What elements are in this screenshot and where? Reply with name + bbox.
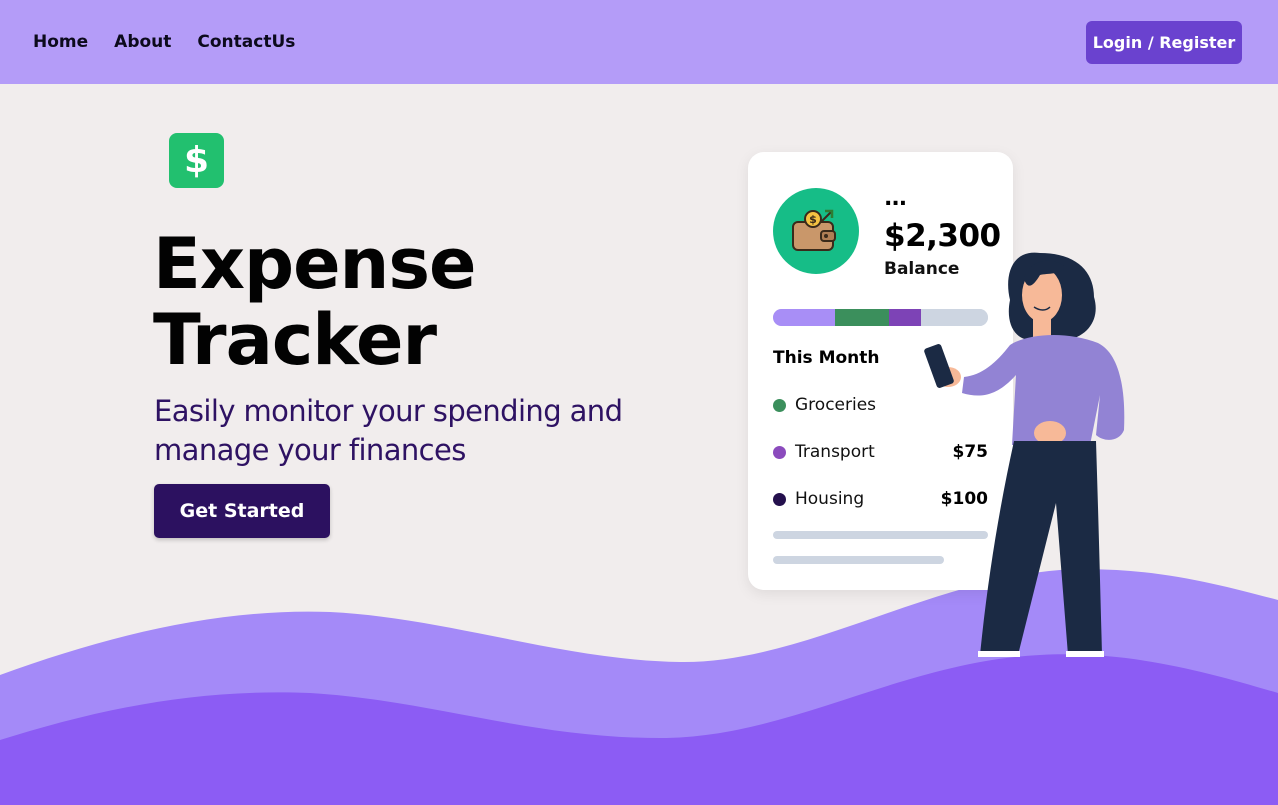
subtitle-line-1: Easily monitor your spending and [154, 394, 623, 428]
title-line-2: Tracker [153, 299, 437, 381]
more-dots[interactable]: ... [884, 188, 907, 210]
progress-segment [773, 309, 836, 326]
woman-with-phone-illustration [924, 252, 1125, 657]
nav-link-contact[interactable]: ContactUs [197, 32, 295, 52]
dollar-icon: $ [169, 133, 224, 188]
subtitle-line-2: manage your finances [154, 433, 466, 467]
groceries-dot-icon [773, 398, 786, 412]
title-line-1: Expense [153, 223, 477, 305]
nav-link-home[interactable]: Home [33, 32, 88, 52]
wallet-icon: $ [773, 188, 859, 274]
wallet-illustration: $ [792, 209, 836, 251]
page-title: Expense Tracker [153, 223, 477, 381]
nav-links: Home About ContactUs [33, 32, 295, 52]
transport-dot-icon [773, 445, 786, 459]
navbar: Home About ContactUs Login / Register [0, 0, 1278, 84]
get-started-button[interactable]: Get Started [154, 484, 330, 538]
progress-segment [835, 309, 890, 326]
month-title: This Month [773, 348, 880, 368]
login-register-button[interactable]: Login / Register [1086, 20, 1242, 64]
hero-subtitle: Easily monitor your spending and manage … [154, 392, 674, 470]
svg-text:$: $ [809, 213, 817, 226]
housing-dot-icon [773, 492, 786, 506]
nav-link-about[interactable]: About [114, 32, 171, 52]
